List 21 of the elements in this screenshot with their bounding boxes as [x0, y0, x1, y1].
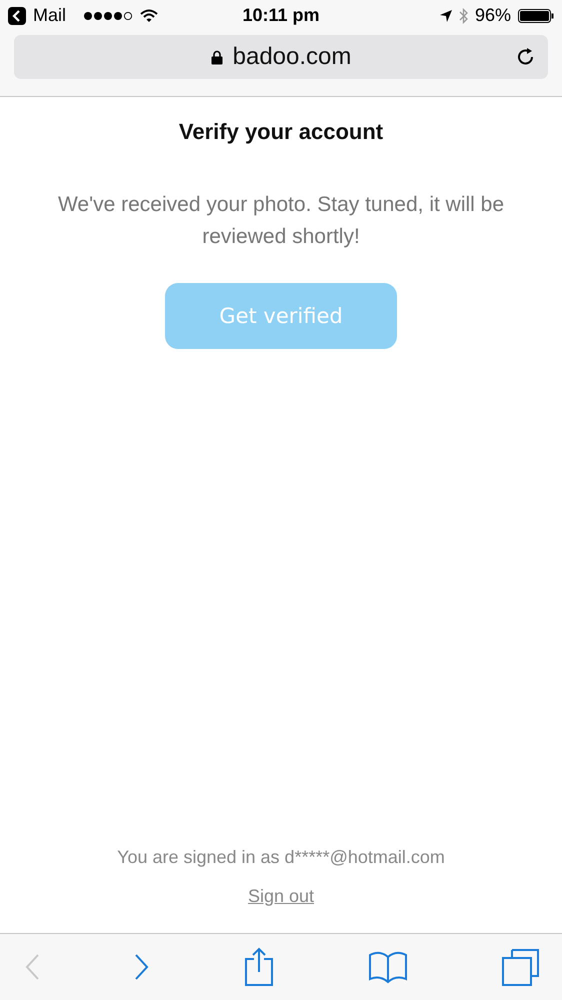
sign-out-link[interactable]: Sign out [248, 886, 314, 907]
lock-icon [210, 50, 223, 64]
tabs-icon[interactable] [502, 948, 540, 986]
status-message: We've received your photo. Stay tuned, it will be reviewed shortly! [56, 192, 506, 250]
back-icon[interactable] [8, 6, 26, 24]
bookmarks-icon[interactable] [368, 949, 408, 985]
battery-icon [518, 8, 554, 22]
share-icon[interactable] [244, 947, 274, 987]
forward-icon[interactable] [134, 953, 150, 981]
back-app-label[interactable]: Mail [33, 5, 66, 26]
location-arrow-icon [440, 10, 452, 22]
wifi-icon [140, 8, 158, 22]
signed-in-text: You are signed in as d*****@hotmail.com [117, 847, 445, 868]
status-time: 10:11 pm [242, 5, 320, 26]
page-title: Verify your account [178, 119, 384, 145]
address-bar[interactable]: badoo.com [14, 35, 548, 79]
bluetooth-icon [458, 8, 468, 24]
battery-percent: 96% [474, 5, 511, 26]
signal-icon [83, 10, 134, 20]
url-text: badoo.com [232, 43, 352, 71]
reload-icon[interactable] [516, 47, 536, 67]
